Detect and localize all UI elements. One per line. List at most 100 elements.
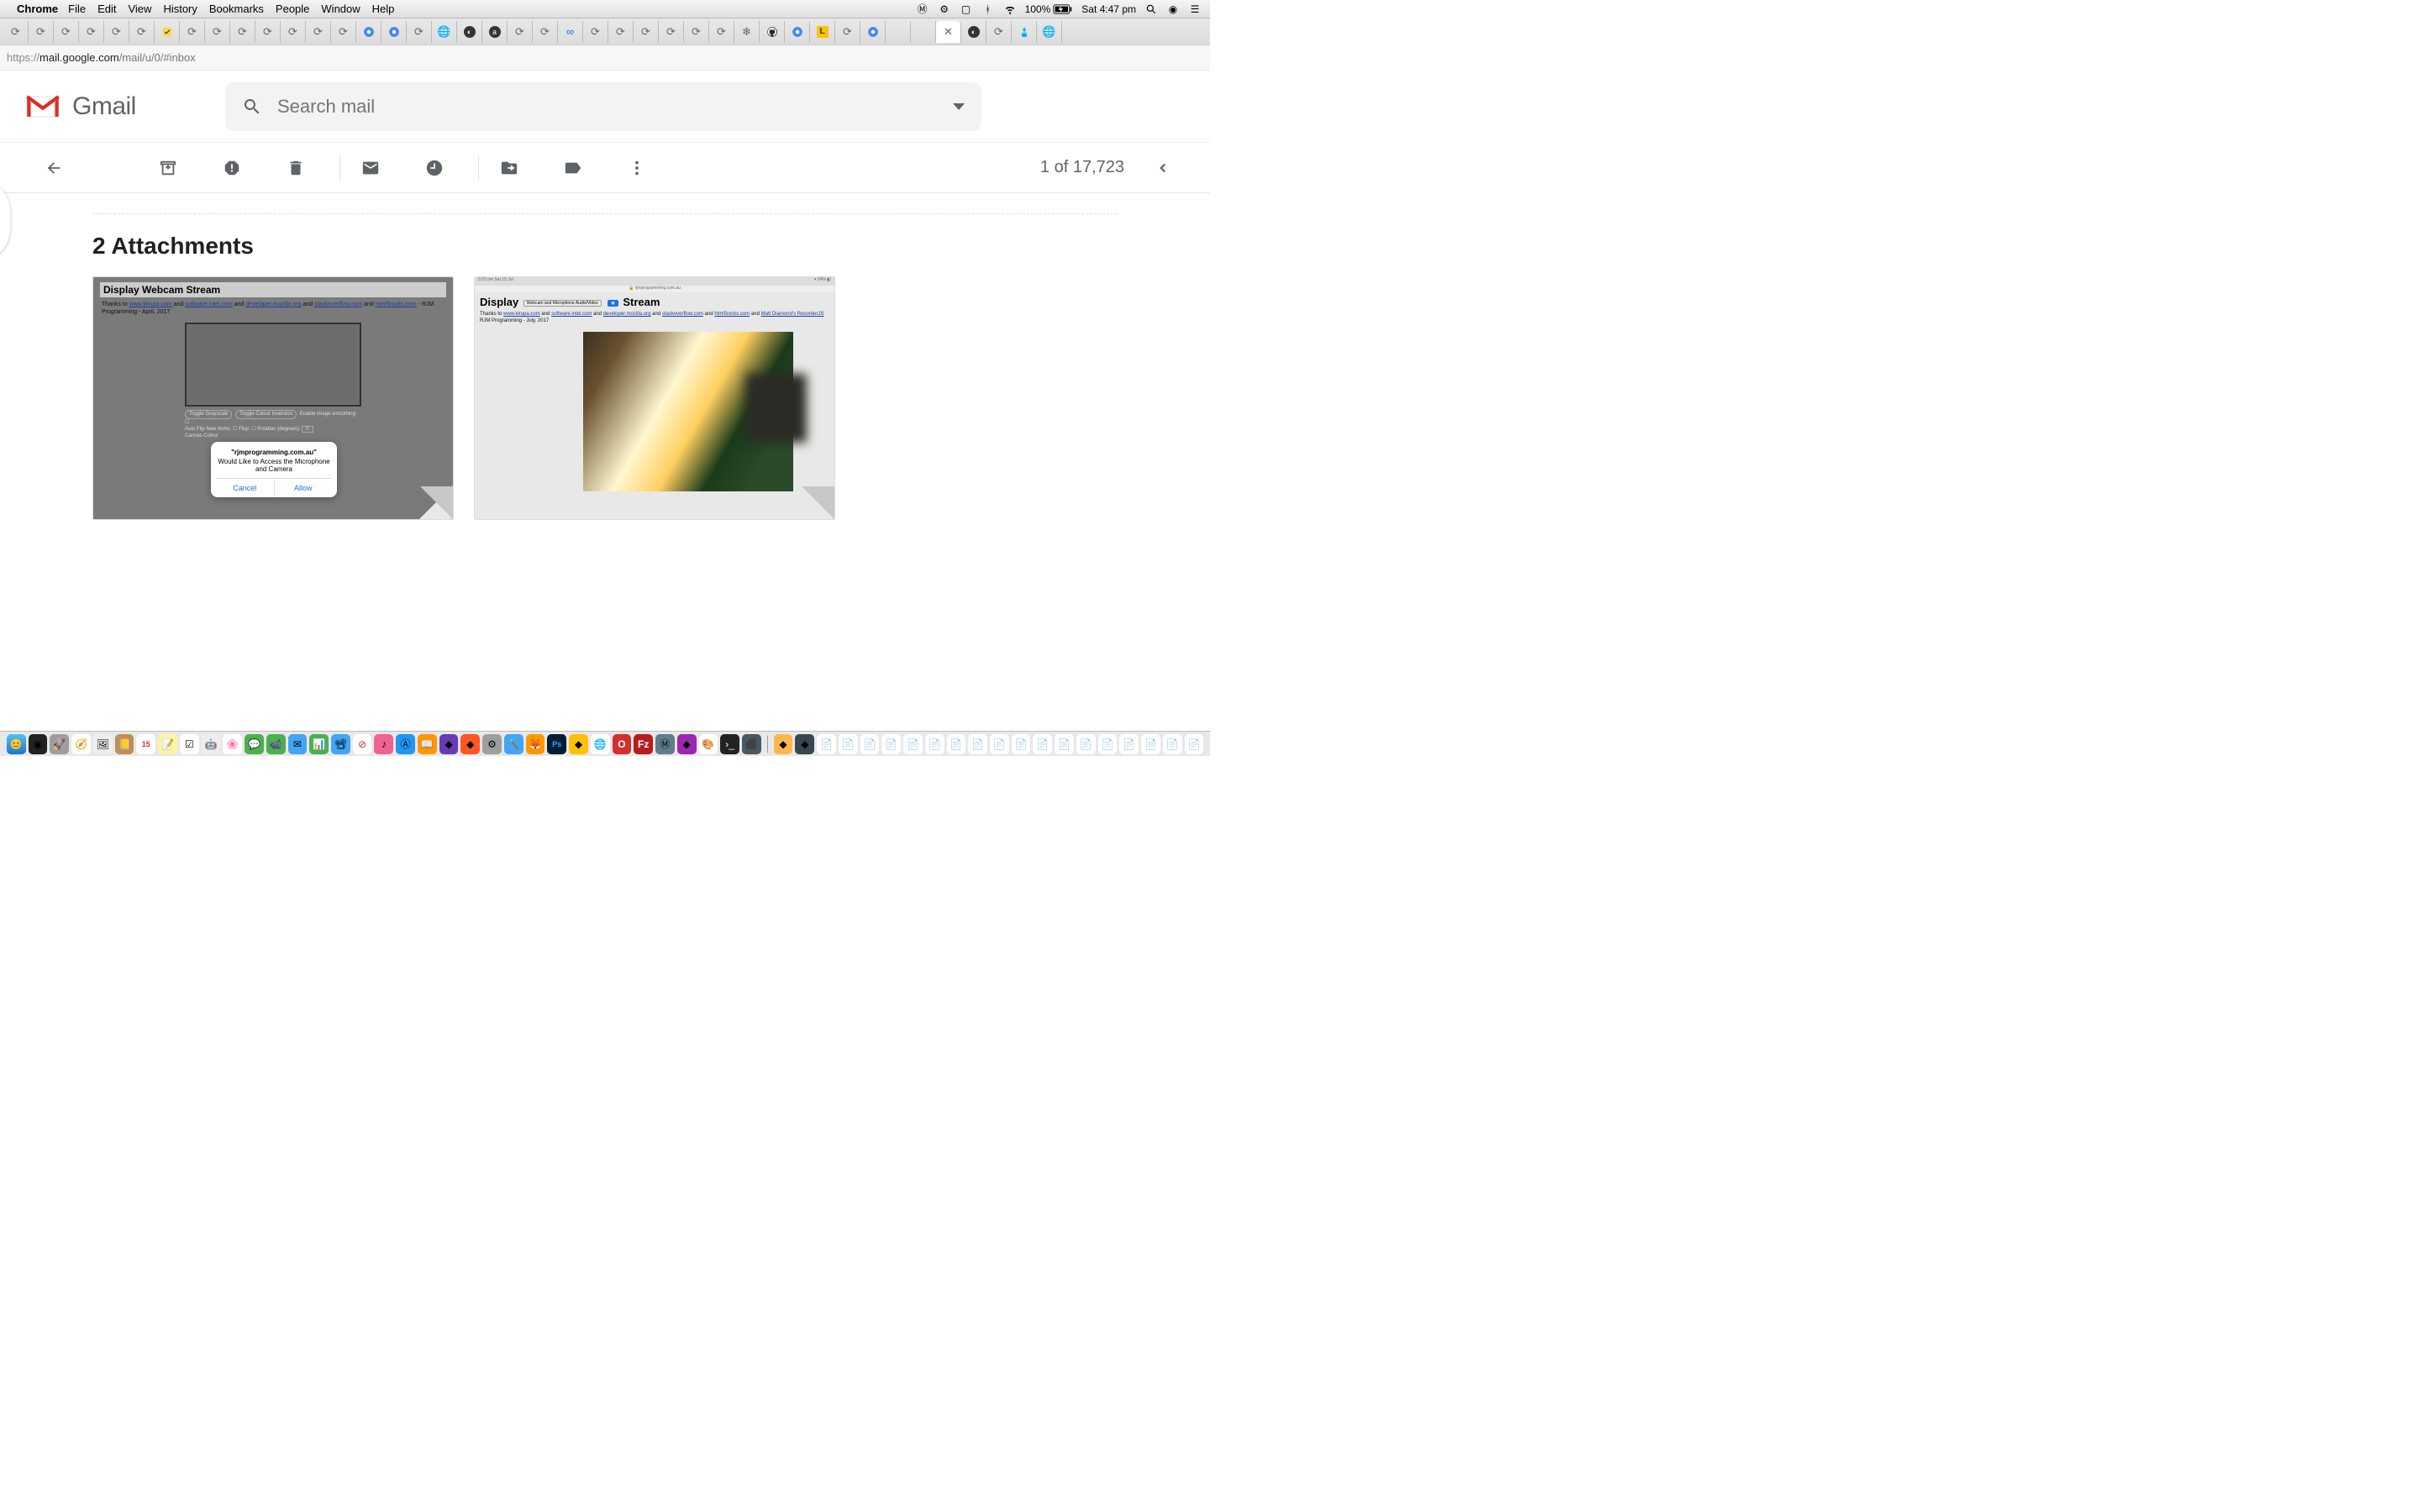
search-box[interactable]: [225, 82, 981, 131]
dock-books[interactable]: 📖: [418, 734, 437, 754]
dock-doc[interactable]: 📄: [860, 734, 880, 754]
browser-tab[interactable]: [155, 21, 180, 43]
search-dropdown-icon[interactable]: [953, 103, 965, 110]
browser-tab[interactable]: ⟳: [533, 21, 558, 43]
dock-app[interactable]: ⬛: [742, 734, 761, 754]
menu-file[interactable]: File: [68, 3, 86, 15]
dock-calendar[interactable]: 15: [136, 734, 155, 754]
dock-messages[interactable]: 💬: [245, 734, 264, 754]
dock-firefox[interactable]: 🦊: [526, 734, 545, 754]
dock-numbers[interactable]: 📊: [309, 734, 329, 754]
browser-tab[interactable]: [760, 21, 785, 43]
status-battery[interactable]: 100%: [1025, 3, 1074, 15]
status-spotlight-icon[interactable]: [1144, 3, 1158, 16]
status-wifi-icon[interactable]: [1003, 3, 1017, 16]
browser-tab[interactable]: 🌐: [432, 21, 457, 43]
attachment-card-2[interactable]: 5:52 pm Sat 15 Jul ▾ 24% ◧ 🔒 rjmprogramm…: [474, 276, 835, 520]
dock-filezilla[interactable]: Fz: [634, 734, 653, 754]
archive-button[interactable]: [148, 148, 188, 188]
close-icon[interactable]: ✕: [944, 25, 953, 39]
more-button[interactable]: [617, 148, 657, 188]
browser-tab[interactable]: ⟳: [180, 21, 205, 43]
browser-tab[interactable]: ⟳: [659, 21, 684, 43]
dock-app[interactable]: ◆: [460, 734, 480, 754]
browser-tab[interactable]: ⟳: [79, 21, 104, 43]
browser-tab[interactable]: ⟳: [205, 21, 230, 43]
dock-reminders[interactable]: ☑: [180, 734, 199, 754]
browser-tab[interactable]: L: [810, 21, 835, 43]
status-tool-icon[interactable]: ⚙: [938, 3, 951, 16]
dock-doc[interactable]: 📄: [881, 734, 901, 754]
browser-tab-active[interactable]: ✕: [936, 21, 961, 43]
dock-automator[interactable]: 🤖: [202, 734, 221, 754]
search-input[interactable]: [277, 96, 953, 118]
status-siri-icon[interactable]: ◉: [1166, 3, 1180, 16]
browser-tab[interactable]: ◐: [457, 21, 482, 43]
dock-paint[interactable]: 🎨: [699, 734, 718, 754]
dock-contacts[interactable]: 📒: [115, 734, 134, 754]
dock-doc[interactable]: 📄: [1163, 734, 1182, 754]
status-notifications-icon[interactable]: ☰: [1188, 3, 1202, 16]
browser-tab[interactable]: ∞: [558, 21, 583, 43]
status-clock[interactable]: Sat 4:47 pm: [1081, 3, 1136, 15]
dock-chrome[interactable]: 🌐: [591, 734, 610, 754]
move-to-button[interactable]: [489, 148, 529, 188]
browser-tab[interactable]: ⟳: [986, 21, 1012, 43]
browser-tab[interactable]: [785, 21, 810, 43]
dock-doc[interactable]: 📄: [839, 734, 858, 754]
back-button[interactable]: [34, 148, 74, 188]
dock-itunes[interactable]: ♪: [374, 734, 393, 754]
menu-bookmarks[interactable]: Bookmarks: [209, 3, 264, 15]
menu-history[interactable]: History: [163, 3, 197, 15]
browser-tab[interactable]: ⟳: [684, 21, 709, 43]
dock-keynote[interactable]: 📽: [331, 734, 350, 754]
dock-xcode[interactable]: 🔨: [504, 734, 523, 754]
browser-tab[interactable]: ⟳: [634, 21, 659, 43]
menu-help[interactable]: Help: [372, 3, 395, 15]
dock-mail[interactable]: ✉: [288, 734, 308, 754]
dock-doc[interactable]: 📄: [947, 734, 966, 754]
snooze-button[interactable]: [414, 148, 455, 188]
browser-tab[interactable]: ❄: [734, 21, 760, 43]
dock-notes[interactable]: 📝: [158, 734, 177, 754]
browser-tab[interactable]: ⟳: [608, 21, 634, 43]
dock-doc[interactable]: 📄: [1012, 734, 1031, 754]
dock-app[interactable]: ◆: [569, 734, 588, 754]
dock-doc[interactable]: 📄: [903, 734, 923, 754]
browser-tab[interactable]: [886, 21, 911, 43]
dock-doc[interactable]: 📄: [1098, 734, 1118, 754]
dock-doc[interactable]: 📄: [1055, 734, 1074, 754]
browser-tab[interactable]: 🌐: [1037, 21, 1062, 43]
browser-tab[interactable]: ⟳: [281, 21, 306, 43]
browser-tab[interactable]: ⟳: [306, 21, 331, 43]
browser-address-bar[interactable]: https://mail.google.com/mail/u/0/#inbox: [0, 45, 1210, 71]
delete-button[interactable]: [276, 148, 316, 188]
browser-tab[interactable]: ⟳: [835, 21, 860, 43]
browser-tab[interactable]: a: [482, 21, 508, 43]
dock-appstore[interactable]: Ⓐ: [396, 734, 415, 754]
prev-button[interactable]: [1150, 155, 1176, 181]
dock-doc[interactable]: 📄: [1033, 734, 1052, 754]
dock-finder[interactable]: 😊: [7, 734, 26, 754]
browser-tab[interactable]: ⟳: [709, 21, 734, 43]
gmail-logo[interactable]: Gmail: [24, 92, 208, 121]
browser-tab[interactable]: ⟳: [104, 21, 129, 43]
browser-tab[interactable]: ⟳: [508, 21, 533, 43]
browser-tab[interactable]: ◐: [961, 21, 986, 43]
browser-tab[interactable]: ⟳: [583, 21, 608, 43]
menu-edit[interactable]: Edit: [97, 3, 116, 15]
mark-unread-button[interactable]: [350, 148, 391, 188]
dock-app[interactable]: ◆: [677, 734, 697, 754]
browser-tab[interactable]: ⟳: [230, 21, 255, 43]
browser-tab[interactable]: ⟳: [3, 21, 29, 43]
dock-noentry[interactable]: ⊘: [353, 734, 372, 754]
browser-tab[interactable]: ⟳: [129, 21, 155, 43]
status-bluetooth-icon[interactable]: ᚼ: [981, 3, 995, 16]
dock-mamp[interactable]: Ⓜ: [655, 734, 675, 754]
dock-app[interactable]: ◆: [795, 734, 814, 754]
status-display-icon[interactable]: ▢: [960, 3, 973, 16]
browser-tab[interactable]: [1012, 21, 1037, 43]
dock-preview[interactable]: 🖼: [93, 734, 113, 754]
dock-doc[interactable]: 📄: [968, 734, 987, 754]
dock-doc[interactable]: 📄: [1076, 734, 1096, 754]
